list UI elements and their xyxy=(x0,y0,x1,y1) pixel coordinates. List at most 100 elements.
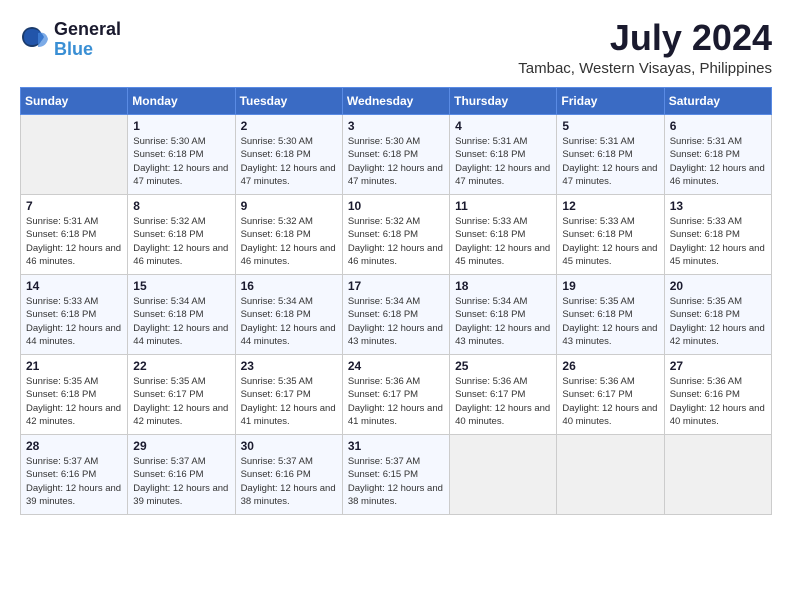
day-number: 10 xyxy=(348,199,444,213)
logo-line2: Blue xyxy=(54,40,121,60)
day-info: Sunrise: 5:31 AM Sunset: 6:18 PM Dayligh… xyxy=(562,135,658,188)
day-info: Sunrise: 5:30 AM Sunset: 6:18 PM Dayligh… xyxy=(348,135,444,188)
page-header: General Blue July 2024 Tambac, Western V… xyxy=(20,20,772,77)
logo-icon xyxy=(20,25,50,55)
day-number: 26 xyxy=(562,359,658,373)
day-number: 8 xyxy=(133,199,229,213)
calendar-week-row: 7 Sunrise: 5:31 AM Sunset: 6:18 PM Daylig… xyxy=(21,195,772,275)
day-info: Sunrise: 5:34 AM Sunset: 6:18 PM Dayligh… xyxy=(241,295,337,348)
calendar-cell: 25 Sunrise: 5:36 AM Sunset: 6:17 PM Dayli… xyxy=(450,355,557,435)
day-info: Sunrise: 5:31 AM Sunset: 6:18 PM Dayligh… xyxy=(26,215,122,268)
calendar-cell: 11 Sunrise: 5:33 AM Sunset: 6:18 PM Dayli… xyxy=(450,195,557,275)
day-number: 21 xyxy=(26,359,122,373)
day-number: 22 xyxy=(133,359,229,373)
day-number: 18 xyxy=(455,279,551,293)
calendar-cell: 9 Sunrise: 5:32 AM Sunset: 6:18 PM Daylig… xyxy=(235,195,342,275)
calendar-week-row: 1 Sunrise: 5:30 AM Sunset: 6:18 PM Daylig… xyxy=(21,115,772,195)
day-info: Sunrise: 5:34 AM Sunset: 6:18 PM Dayligh… xyxy=(455,295,551,348)
calendar-cell: 4 Sunrise: 5:31 AM Sunset: 6:18 PM Daylig… xyxy=(450,115,557,195)
day-number: 27 xyxy=(670,359,766,373)
day-info: Sunrise: 5:30 AM Sunset: 6:18 PM Dayligh… xyxy=(133,135,229,188)
day-info: Sunrise: 5:32 AM Sunset: 6:18 PM Dayligh… xyxy=(348,215,444,268)
calendar-cell: 14 Sunrise: 5:33 AM Sunset: 6:18 PM Dayli… xyxy=(21,275,128,355)
calendar-cell: 8Sunrise: 5:32 AM Sunset: 6:18 PM Daylig… xyxy=(128,195,235,275)
calendar-cell: 27 Sunrise: 5:36 AM Sunset: 6:16 PM Dayli… xyxy=(664,355,771,435)
day-number: 4 xyxy=(455,119,551,133)
day-number: 30 xyxy=(241,439,337,453)
day-number: 1 xyxy=(133,119,229,133)
calendar-week-row: 14 Sunrise: 5:33 AM Sunset: 6:18 PM Dayli… xyxy=(21,275,772,355)
day-info: Sunrise: 5:33 AM Sunset: 6:18 PM Dayligh… xyxy=(26,295,122,348)
calendar-cell: 29Sunrise: 5:37 AM Sunset: 6:16 PM Dayli… xyxy=(128,435,235,515)
calendar-cell: 20Sunrise: 5:35 AM Sunset: 6:18 PM Dayli… xyxy=(664,275,771,355)
day-info: Sunrise: 5:36 AM Sunset: 6:17 PM Dayligh… xyxy=(562,375,658,428)
day-number: 7 xyxy=(26,199,122,213)
calendar-cell: 12Sunrise: 5:33 AM Sunset: 6:18 PM Dayli… xyxy=(557,195,664,275)
day-info: Sunrise: 5:34 AM Sunset: 6:18 PM Dayligh… xyxy=(348,295,444,348)
day-info: Sunrise: 5:34 AM Sunset: 6:18 PM Dayligh… xyxy=(133,295,229,348)
day-info: Sunrise: 5:31 AM Sunset: 6:18 PM Dayligh… xyxy=(455,135,551,188)
calendar-cell: 15 Sunrise: 5:34 AM Sunset: 6:18 PM Dayli… xyxy=(128,275,235,355)
calendar-cell xyxy=(557,435,664,515)
calendar-cell: 26 Sunrise: 5:36 AM Sunset: 6:17 PM Dayli… xyxy=(557,355,664,435)
day-info: Sunrise: 5:33 AM Sunset: 6:18 PM Dayligh… xyxy=(670,215,766,268)
day-info: Sunrise: 5:33 AM Sunset: 6:18 PM Dayligh… xyxy=(562,215,658,268)
calendar-cell: 19 Sunrise: 5:35 AM Sunset: 6:18 PM Dayli… xyxy=(557,275,664,355)
day-info: Sunrise: 5:31 AM Sunset: 6:18 PM Dayligh… xyxy=(670,135,766,188)
day-info: Sunrise: 5:37 AM Sunset: 6:16 PM Dayligh… xyxy=(133,455,229,508)
day-number: 24 xyxy=(348,359,444,373)
weekday-header-thursday: Thursday xyxy=(450,88,557,115)
day-info: Sunrise: 5:33 AM Sunset: 6:18 PM Dayligh… xyxy=(455,215,551,268)
logo-line1: General xyxy=(54,20,121,40)
calendar-cell: 18 Sunrise: 5:34 AM Sunset: 6:18 PM Dayli… xyxy=(450,275,557,355)
day-info: Sunrise: 5:35 AM Sunset: 6:18 PM Dayligh… xyxy=(562,295,658,348)
logo-text: General Blue xyxy=(54,20,121,60)
day-number: 2 xyxy=(241,119,337,133)
weekday-header-tuesday: Tuesday xyxy=(235,88,342,115)
day-number: 9 xyxy=(241,199,337,213)
calendar-cell xyxy=(664,435,771,515)
calendar-cell: 21 Sunrise: 5:35 AM Sunset: 6:18 PM Dayli… xyxy=(21,355,128,435)
calendar-cell: 17 Sunrise: 5:34 AM Sunset: 6:18 PM Dayli… xyxy=(342,275,449,355)
day-number: 28 xyxy=(26,439,122,453)
calendar-cell: 1 Sunrise: 5:30 AM Sunset: 6:18 PM Daylig… xyxy=(128,115,235,195)
calendar-week-row: 21 Sunrise: 5:35 AM Sunset: 6:18 PM Dayli… xyxy=(21,355,772,435)
day-number: 14 xyxy=(26,279,122,293)
day-info: Sunrise: 5:36 AM Sunset: 6:16 PM Dayligh… xyxy=(670,375,766,428)
calendar-cell xyxy=(450,435,557,515)
day-info: Sunrise: 5:37 AM Sunset: 6:16 PM Dayligh… xyxy=(241,455,337,508)
day-number: 15 xyxy=(133,279,229,293)
calendar-cell: 7 Sunrise: 5:31 AM Sunset: 6:18 PM Daylig… xyxy=(21,195,128,275)
day-number: 31 xyxy=(348,439,444,453)
calendar-cell: 6Sunrise: 5:31 AM Sunset: 6:18 PM Daylig… xyxy=(664,115,771,195)
day-info: Sunrise: 5:36 AM Sunset: 6:17 PM Dayligh… xyxy=(348,375,444,428)
day-number: 3 xyxy=(348,119,444,133)
day-number: 25 xyxy=(455,359,551,373)
calendar-week-row: 28 Sunrise: 5:37 AM Sunset: 6:16 PM Dayli… xyxy=(21,435,772,515)
calendar-cell: 16Sunrise: 5:34 AM Sunset: 6:18 PM Dayli… xyxy=(235,275,342,355)
weekday-header-saturday: Saturday xyxy=(664,88,771,115)
weekday-header-wednesday: Wednesday xyxy=(342,88,449,115)
weekday-header-sunday: Sunday xyxy=(21,88,128,115)
calendar-table: SundayMondayTuesdayWednesdayThursdayFrid… xyxy=(20,87,772,515)
weekday-header-monday: Monday xyxy=(128,88,235,115)
location: Tambac, Western Visayas, Philippines xyxy=(518,60,772,77)
calendar-cell: 10 Sunrise: 5:32 AM Sunset: 6:18 PM Dayli… xyxy=(342,195,449,275)
calendar-cell: 30 Sunrise: 5:37 AM Sunset: 6:16 PM Dayli… xyxy=(235,435,342,515)
month-year: July 2024 xyxy=(518,20,772,56)
day-info: Sunrise: 5:37 AM Sunset: 6:15 PM Dayligh… xyxy=(348,455,444,508)
calendar-cell: 2Sunrise: 5:30 AM Sunset: 6:18 PM Daylig… xyxy=(235,115,342,195)
day-info: Sunrise: 5:32 AM Sunset: 6:18 PM Dayligh… xyxy=(241,215,337,268)
calendar-cell: 24 Sunrise: 5:36 AM Sunset: 6:17 PM Dayli… xyxy=(342,355,449,435)
day-number: 5 xyxy=(562,119,658,133)
calendar-cell: 28Sunrise: 5:37 AM Sunset: 6:16 PM Dayli… xyxy=(21,435,128,515)
calendar-cell: 13Sunrise: 5:33 AM Sunset: 6:18 PM Dayli… xyxy=(664,195,771,275)
day-number: 19 xyxy=(562,279,658,293)
day-info: Sunrise: 5:35 AM Sunset: 6:18 PM Dayligh… xyxy=(26,375,122,428)
day-number: 17 xyxy=(348,279,444,293)
calendar-cell: 23Sunrise: 5:35 AM Sunset: 6:17 PM Dayli… xyxy=(235,355,342,435)
day-info: Sunrise: 5:36 AM Sunset: 6:17 PM Dayligh… xyxy=(455,375,551,428)
day-number: 23 xyxy=(241,359,337,373)
logo: General Blue xyxy=(20,20,121,60)
day-number: 11 xyxy=(455,199,551,213)
